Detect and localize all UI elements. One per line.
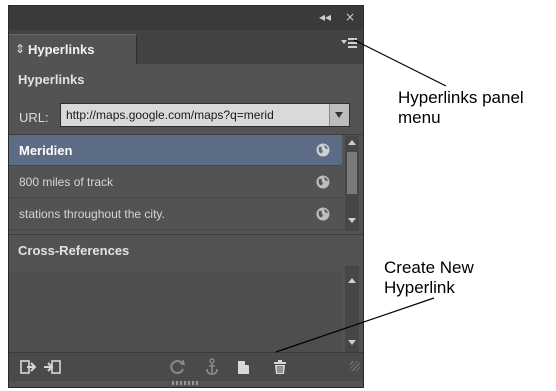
create-callout-line2: Hyperlink xyxy=(384,278,455,297)
callout-lines xyxy=(275,39,447,353)
menu-callout-line1: Hyperlinks panel xyxy=(398,88,524,107)
create-callout: Create New Hyperlink xyxy=(384,258,474,298)
create-callout-line1: Create New xyxy=(384,258,474,277)
create-callout-line xyxy=(275,297,435,353)
menu-callout: Hyperlinks panel menu xyxy=(398,88,524,128)
menu-callout-line2: menu xyxy=(398,108,441,127)
menu-callout-line xyxy=(353,39,447,87)
